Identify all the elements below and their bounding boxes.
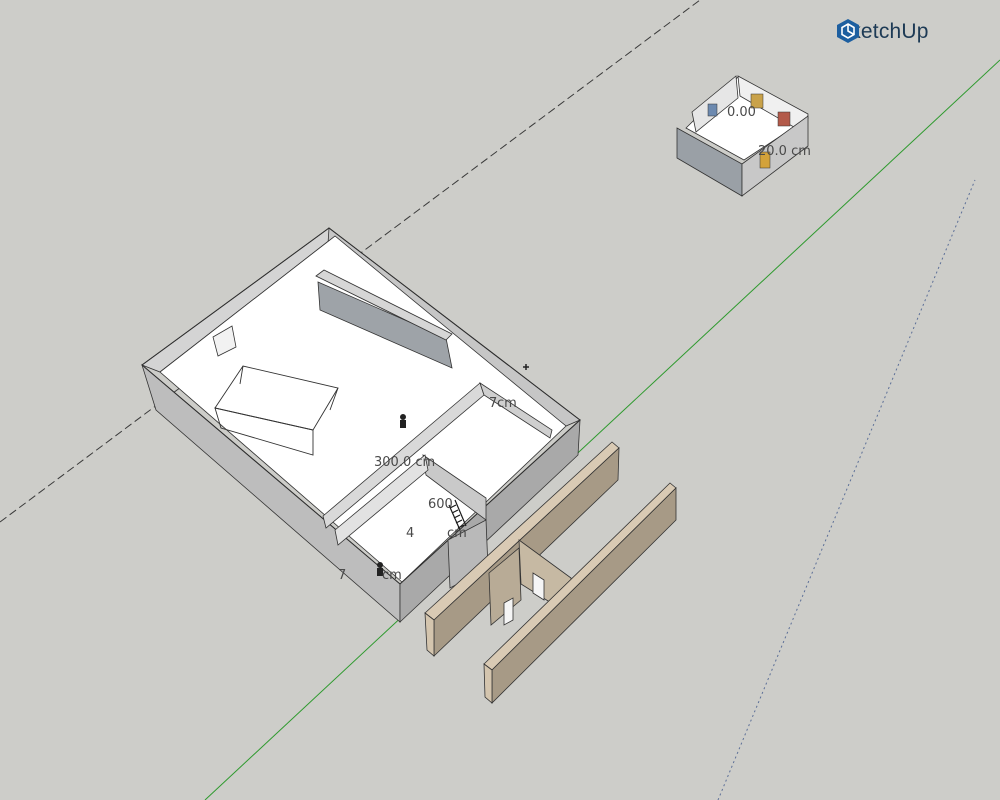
- sketchup-logo-icon: [837, 19, 859, 43]
- wood-wall-back-end: [424, 612, 435, 657]
- dimension-label: 7: [338, 568, 346, 583]
- dimension-label: cm: [382, 568, 402, 583]
- door-opening: [503, 597, 514, 626]
- sketchup-brand: SketchUp: [836, 18, 929, 46]
- dimension-label: 4: [406, 526, 414, 541]
- dimension-label: cm: [447, 526, 467, 541]
- dimension-label: 20.0 cm: [758, 144, 811, 159]
- dimension-label: 600: [428, 497, 453, 512]
- dimension-label: 300.0 cm: [374, 455, 435, 470]
- dimension-label: 0.00: [727, 105, 756, 120]
- modeling-viewport[interactable]: 300.0 cm 600 4 cm 7 cm 7 cm 0.00 20.0 cm…: [0, 0, 1000, 800]
- gallery-artwork: [777, 111, 791, 127]
- gallery-artwork: [707, 103, 718, 117]
- dimension-label: cm: [497, 396, 517, 411]
- small-marker: [523, 364, 529, 370]
- human-figure-1: [400, 414, 406, 428]
- scene-canvas[interactable]: 300.0 cm 600 4 cm 7 cm 7 cm 0.00 20.0 cm: [0, 0, 1000, 800]
- wood-wall-front-end: [483, 663, 493, 704]
- blue-axis-dotted-line: [717, 179, 976, 800]
- gallery-model[interactable]: 0.00 20.0 cm: [676, 75, 811, 197]
